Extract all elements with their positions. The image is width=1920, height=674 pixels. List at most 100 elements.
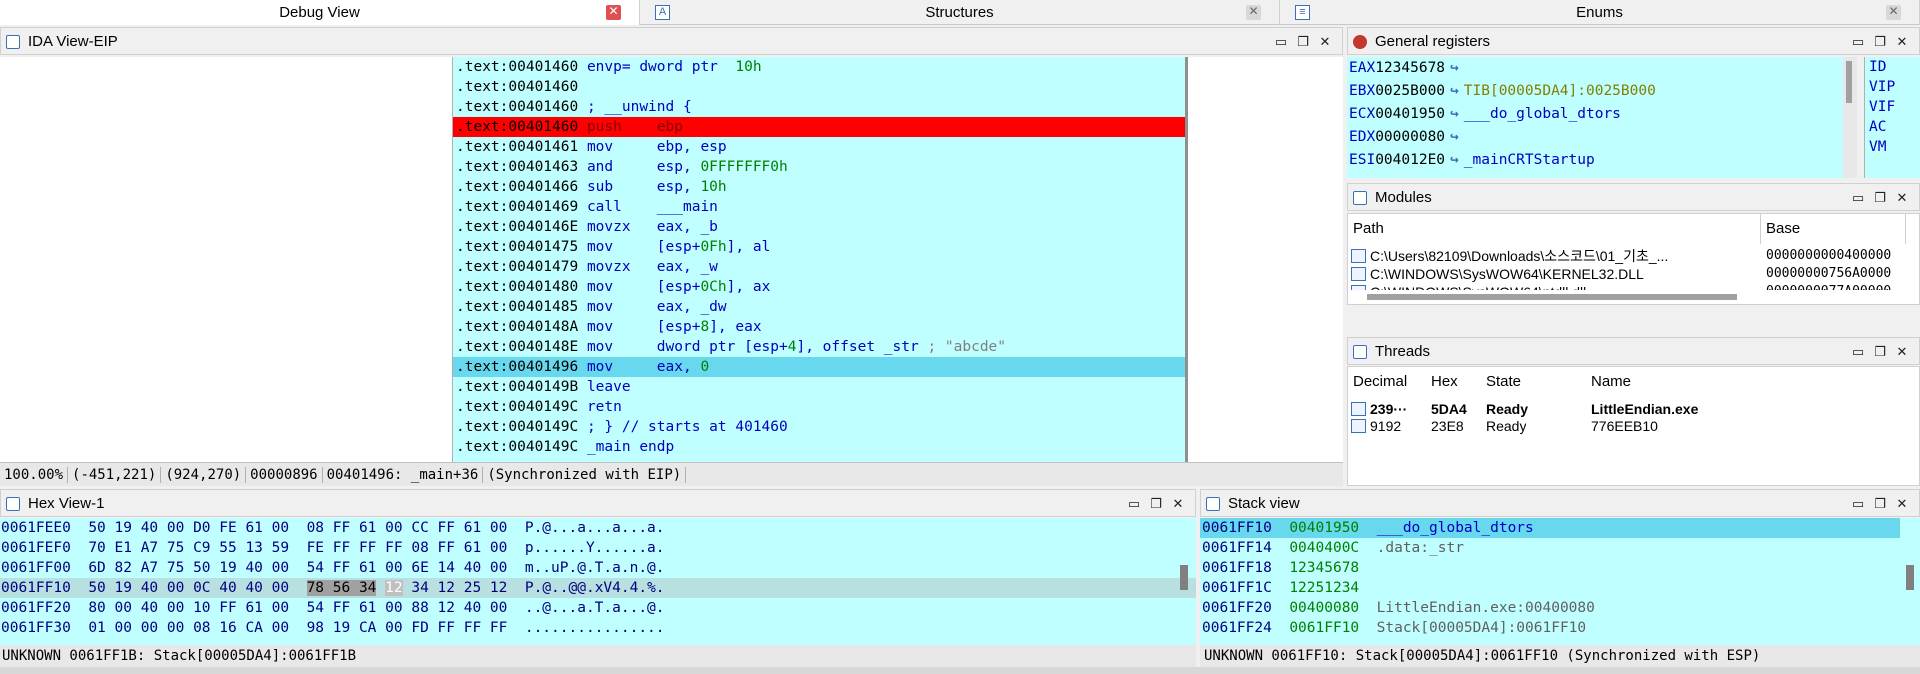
code-line[interactable]: .text:0040148E mov dword ptr [esp+4], of… bbox=[453, 337, 1185, 357]
code-line[interactable]: .text:00401460 envp= dword ptr 10h bbox=[453, 57, 1185, 77]
hex-row[interactable]: 0061FF00 6D 82 A7 75 50 19 40 00 54 FF 6… bbox=[0, 558, 1196, 578]
close-icon[interactable]: ✕ bbox=[1314, 28, 1336, 56]
code-line[interactable]: .text:0040149C _main endp bbox=[453, 437, 1185, 457]
register-target[interactable]: _mainCRTStartup bbox=[1464, 152, 1595, 168]
register-value[interactable]: 12345678 bbox=[1375, 60, 1445, 76]
stack-list[interactable]: 0061FF10 00401950 ___do_global_dtors 0061… bbox=[1200, 518, 1920, 645]
jump-arrow-icon[interactable]: ↪ bbox=[1445, 152, 1464, 168]
flag-item[interactable]: VM bbox=[1865, 137, 1920, 157]
restore-icon[interactable]: ❐ bbox=[1869, 28, 1891, 56]
column-header-base[interactable]: Base bbox=[1761, 214, 1906, 244]
modules-table[interactable]: Path Base C:\Users\82109\Downloads\소스코드\… bbox=[1347, 213, 1920, 305]
stack-row[interactable]: 0061FF14 0040400C .data:_str bbox=[1200, 538, 1920, 558]
column-header-hex[interactable]: Hex bbox=[1426, 367, 1481, 397]
minimize-icon[interactable]: ▭ bbox=[1847, 28, 1869, 56]
disassembly-listing[interactable]: .text:00401460 envp= dword ptr 10h .text:… bbox=[452, 57, 1188, 462]
close-icon[interactable]: ✕ bbox=[1167, 490, 1189, 518]
stack-row[interactable]: 0061FF24 0061FF10 Stack[00005DA4]:0061FF… bbox=[1200, 618, 1920, 638]
register-row[interactable]: ECX00401950 ↪ ___do_global_dtors bbox=[1347, 103, 1847, 126]
restore-icon[interactable]: ❐ bbox=[1869, 184, 1891, 212]
register-row[interactable]: EAX12345678 ↪ bbox=[1347, 57, 1847, 80]
hex-row[interactable]: 0061FEE0 50 19 40 00 D0 FE 61 00 08 FF 6… bbox=[0, 518, 1196, 538]
flag-item[interactable]: VIP bbox=[1865, 77, 1920, 97]
restore-icon[interactable]: ❐ bbox=[1869, 338, 1891, 366]
jump-arrow-icon[interactable]: ↪ bbox=[1445, 106, 1464, 122]
column-header-state[interactable]: State bbox=[1481, 367, 1586, 397]
minimize-icon[interactable]: ▭ bbox=[1847, 490, 1869, 518]
stack-target[interactable]: ___do_global_dtors bbox=[1377, 520, 1534, 536]
flag-item[interactable]: AC bbox=[1865, 117, 1920, 137]
module-row[interactable]: C:\WINDOWS\SysWOW64\ntdll.dll bbox=[1351, 283, 1761, 290]
minimize-icon[interactable]: ▭ bbox=[1123, 490, 1145, 518]
stack-scrollbar-thumb[interactable] bbox=[1906, 565, 1914, 590]
code-line[interactable]: .text:0040149C retn bbox=[453, 397, 1185, 417]
code-line[interactable]: .text:0040149B leave bbox=[453, 377, 1185, 397]
stack-target[interactable]: .data:_str bbox=[1377, 540, 1464, 556]
hex-row[interactable]: 0061FEF0 70 E1 A7 75 C9 55 13 59 FE FF F… bbox=[0, 538, 1196, 558]
restore-icon[interactable]: ❐ bbox=[1292, 28, 1314, 56]
register-value[interactable]: 004012E0 bbox=[1375, 152, 1445, 168]
code-line[interactable]: .text:00401480 mov [esp+0Ch], ax bbox=[453, 277, 1185, 297]
minimize-icon[interactable]: ▭ bbox=[1270, 28, 1292, 56]
code-line[interactable]: .text:00401479 movzx eax, _w bbox=[453, 257, 1185, 277]
hex-row[interactable]: 0061FF30 01 00 00 00 08 16 CA 00 98 19 C… bbox=[0, 618, 1196, 638]
module-row[interactable]: C:\WINDOWS\SysWOW64\KERNEL32.DLL bbox=[1351, 265, 1761, 283]
flags-list[interactable]: ID VIP VIF AC VM bbox=[1864, 57, 1920, 178]
stack-row[interactable]: 0061FF18 12345678 bbox=[1200, 558, 1920, 578]
modules-hscrollbar[interactable] bbox=[1367, 294, 1737, 300]
close-icon[interactable]: ✕ bbox=[1891, 28, 1913, 56]
hex-dump[interactable]: 0061FEE0 50 19 40 00 D0 FE 61 00 08 FF 6… bbox=[0, 518, 1196, 645]
threads-table[interactable]: Decimal Hex State Name 239··· 5DA4 Ready Li… bbox=[1347, 366, 1920, 486]
code-line[interactable]: .text:00401469 call ___main bbox=[453, 197, 1185, 217]
current-instruction-line[interactable]: .text:00401496 mov eax, 0 bbox=[453, 357, 1185, 377]
code-line[interactable]: .text:00401463 and esp, 0FFFFFFF0h bbox=[453, 157, 1185, 177]
restore-icon[interactable]: ❐ bbox=[1145, 490, 1167, 518]
close-icon[interactable]: ✕ bbox=[1891, 490, 1913, 518]
stack-row[interactable]: 0061FF20 00400080 LittleEndian.exe:00400… bbox=[1200, 598, 1920, 618]
hex-scrollbar-thumb[interactable] bbox=[1180, 565, 1188, 590]
flag-item[interactable]: ID bbox=[1865, 57, 1920, 77]
register-value[interactable]: 0025B000 bbox=[1375, 83, 1445, 99]
register-value[interactable]: 00000080 bbox=[1375, 129, 1445, 145]
stack-target[interactable]: LittleEndian.exe:00400080 bbox=[1377, 600, 1595, 616]
register-row[interactable]: ESI004012E0 ↪ _mainCRTStartup bbox=[1347, 149, 1847, 172]
restore-icon[interactable]: ❐ bbox=[1869, 490, 1891, 518]
close-icon[interactable]: ✕ bbox=[1886, 5, 1901, 20]
tab-structures[interactable]: A Structures ✕ bbox=[640, 0, 1280, 25]
register-row[interactable]: EDX00000080 ↪ bbox=[1347, 126, 1847, 149]
thread-decimal[interactable]: 9192 bbox=[1351, 417, 1401, 435]
close-icon[interactable]: ✕ bbox=[1891, 184, 1913, 212]
column-header-decimal[interactable]: Decimal bbox=[1348, 367, 1426, 397]
close-icon[interactable]: ✕ bbox=[1891, 338, 1913, 366]
code-line[interactable]: .text:00401460 ; __unwind { bbox=[453, 97, 1185, 117]
code-line[interactable]: .text:00401475 mov [esp+0Fh], al bbox=[453, 237, 1185, 257]
thread-decimal[interactable]: 239··· bbox=[1351, 400, 1407, 418]
close-icon[interactable]: ✕ bbox=[606, 5, 621, 20]
tab-debug-view[interactable]: Debug View ✕ bbox=[0, 0, 640, 25]
register-value[interactable]: 00401950 bbox=[1375, 106, 1445, 122]
register-row[interactable]: EBX0025B000 ↪ TIB[00005DA4]:0025B000 bbox=[1347, 80, 1847, 103]
code-line[interactable]: .text:00401460 bbox=[453, 77, 1185, 97]
code-line[interactable]: .text:00401485 mov eax, _dw bbox=[453, 297, 1185, 317]
breakpoint-line[interactable]: .text:00401460 push ebp bbox=[453, 117, 1185, 137]
stack-row[interactable]: 0061FF10 00401950 ___do_global_dtors bbox=[1200, 518, 1900, 538]
column-header-path[interactable]: Path bbox=[1348, 214, 1761, 244]
jump-arrow-icon[interactable]: ↪ bbox=[1445, 60, 1464, 76]
jump-arrow-icon[interactable]: ↪ bbox=[1445, 129, 1464, 145]
stack-target[interactable]: Stack[00005DA4]:0061FF10 bbox=[1377, 620, 1587, 636]
scrollbar-thumb[interactable] bbox=[1846, 61, 1852, 103]
code-line[interactable]: .text:0040146E movzx eax, _b bbox=[453, 217, 1185, 237]
code-line[interactable]: .text:00401466 sub esp, 10h bbox=[453, 177, 1185, 197]
register-target[interactable]: TIB[00005DA4]:0025B000 bbox=[1464, 83, 1656, 99]
code-line[interactable]: .text:00401461 mov ebp, esp bbox=[453, 137, 1185, 157]
stack-row[interactable]: 0061FF1C 12251234 bbox=[1200, 578, 1920, 598]
minimize-icon[interactable]: ▭ bbox=[1847, 338, 1869, 366]
register-target[interactable]: ___do_global_dtors bbox=[1464, 106, 1621, 122]
close-icon[interactable]: ✕ bbox=[1246, 5, 1261, 20]
jump-arrow-icon[interactable]: ↪ bbox=[1445, 83, 1464, 99]
column-header-name[interactable]: Name bbox=[1586, 367, 1786, 397]
tab-enums[interactable]: ≡ Enums ✕ bbox=[1280, 0, 1920, 25]
registers-scrollbar[interactable] bbox=[1843, 57, 1857, 178]
registers-list[interactable]: EAX12345678 ↪ EBX0025B000 ↪ TIB[00005DA4]:00… bbox=[1347, 57, 1847, 178]
code-line[interactable]: .text:0040149C ; } // starts at 401460 bbox=[453, 417, 1185, 437]
